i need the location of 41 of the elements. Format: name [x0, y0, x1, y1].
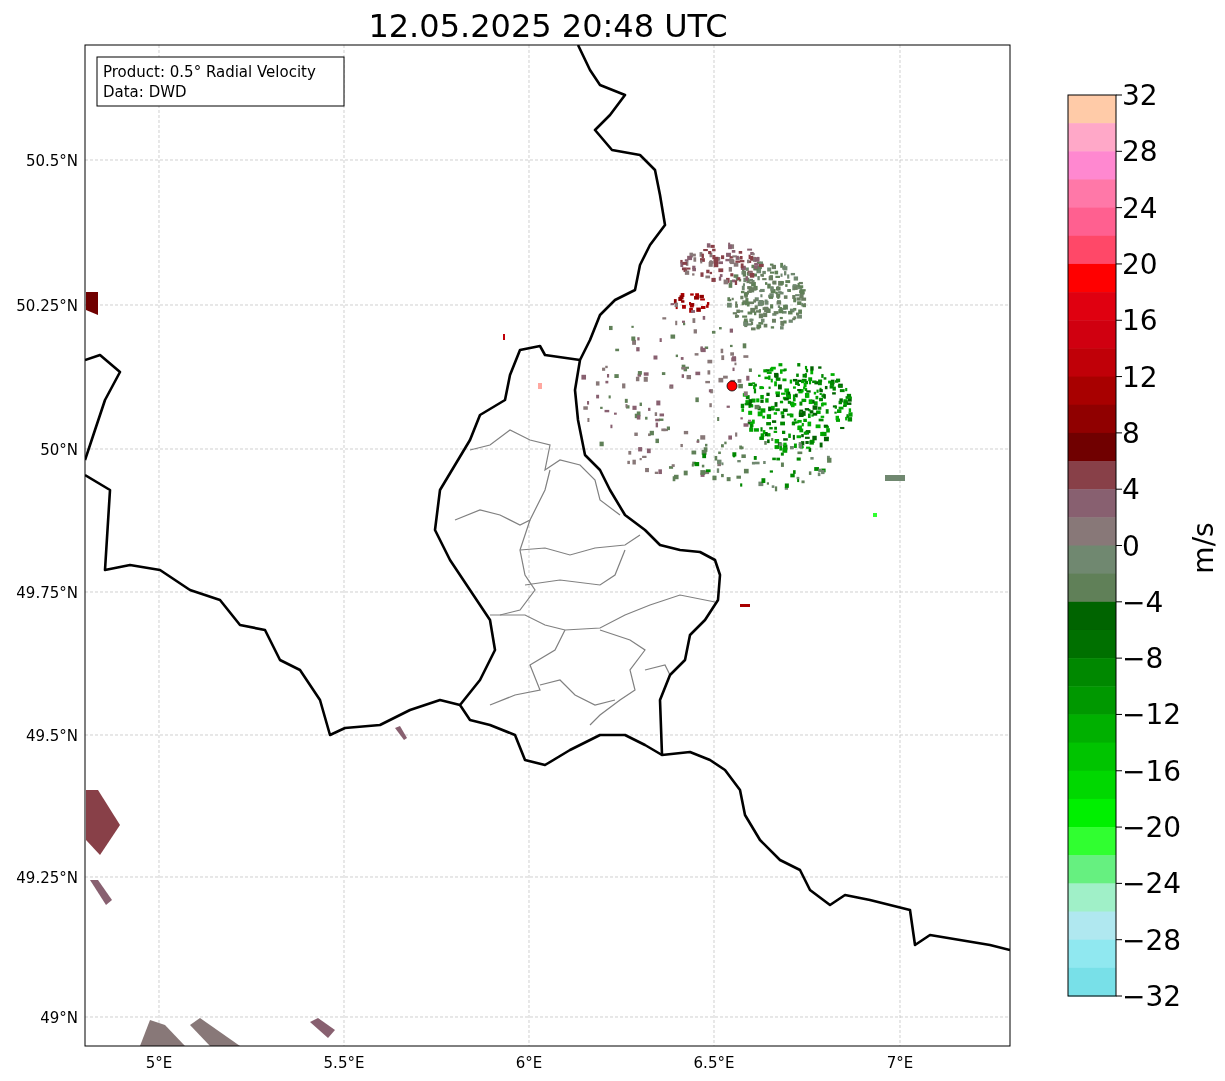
radar-echo: [86, 790, 120, 855]
radar-echo: [86, 292, 98, 315]
info-text: Data: DWD: [103, 83, 187, 101]
radar-echo: [140, 1020, 185, 1046]
radar-echo: [90, 880, 112, 905]
colorbar-label: 20: [1122, 247, 1158, 281]
radar-echo: [310, 1018, 335, 1038]
chart-title: 12.05.2025 20:48 UTC: [368, 7, 728, 45]
colorbar-label: 8: [1122, 416, 1140, 450]
colorbar-label: 24: [1122, 191, 1158, 225]
colorbar-label: −28: [1122, 923, 1182, 957]
longitude-label: 6.5°E: [693, 1054, 735, 1072]
latitude-label: 50°N: [40, 441, 78, 459]
colorbar-label: 12: [1122, 360, 1158, 394]
colorbar-label: 16: [1122, 304, 1158, 338]
colorbar-label: 4: [1122, 473, 1140, 507]
colorbar-label: −12: [1122, 698, 1182, 732]
radar-echo: [190, 1018, 240, 1046]
latitude-label: 49.75°N: [16, 584, 78, 602]
colorbar-label: 28: [1122, 135, 1158, 169]
longitude-label: 7°E: [886, 1054, 914, 1072]
unit-label: m/s: [1187, 522, 1220, 574]
longitude-label: 5.5°E: [323, 1054, 365, 1072]
colorbar-label: −24: [1122, 867, 1182, 901]
latitude-label: 49°N: [40, 1009, 78, 1027]
colorbar-label: −4: [1122, 585, 1164, 619]
info-text: Product: 0.5° Radial Velocity: [103, 63, 316, 81]
colorbar-label: −20: [1122, 811, 1182, 845]
colorbar-label: 0: [1122, 529, 1140, 563]
latitude-label: 49.5°N: [25, 727, 78, 745]
colorbar-label: −16: [1122, 754, 1182, 788]
longitude-label: 6°E: [515, 1054, 543, 1072]
colorbar-label: −8: [1122, 642, 1164, 676]
colorbar-label: 32: [1122, 79, 1158, 112]
latitude-label: 49.25°N: [16, 869, 78, 887]
latitude-label: 50.5°N: [25, 152, 78, 170]
radar-site-marker: [726, 380, 738, 392]
colorbar-label: −32: [1122, 980, 1182, 1013]
radar-echo: [395, 726, 407, 740]
latitude-label: 50.25°N: [16, 297, 78, 315]
longitude-label: 5°E: [145, 1054, 173, 1072]
